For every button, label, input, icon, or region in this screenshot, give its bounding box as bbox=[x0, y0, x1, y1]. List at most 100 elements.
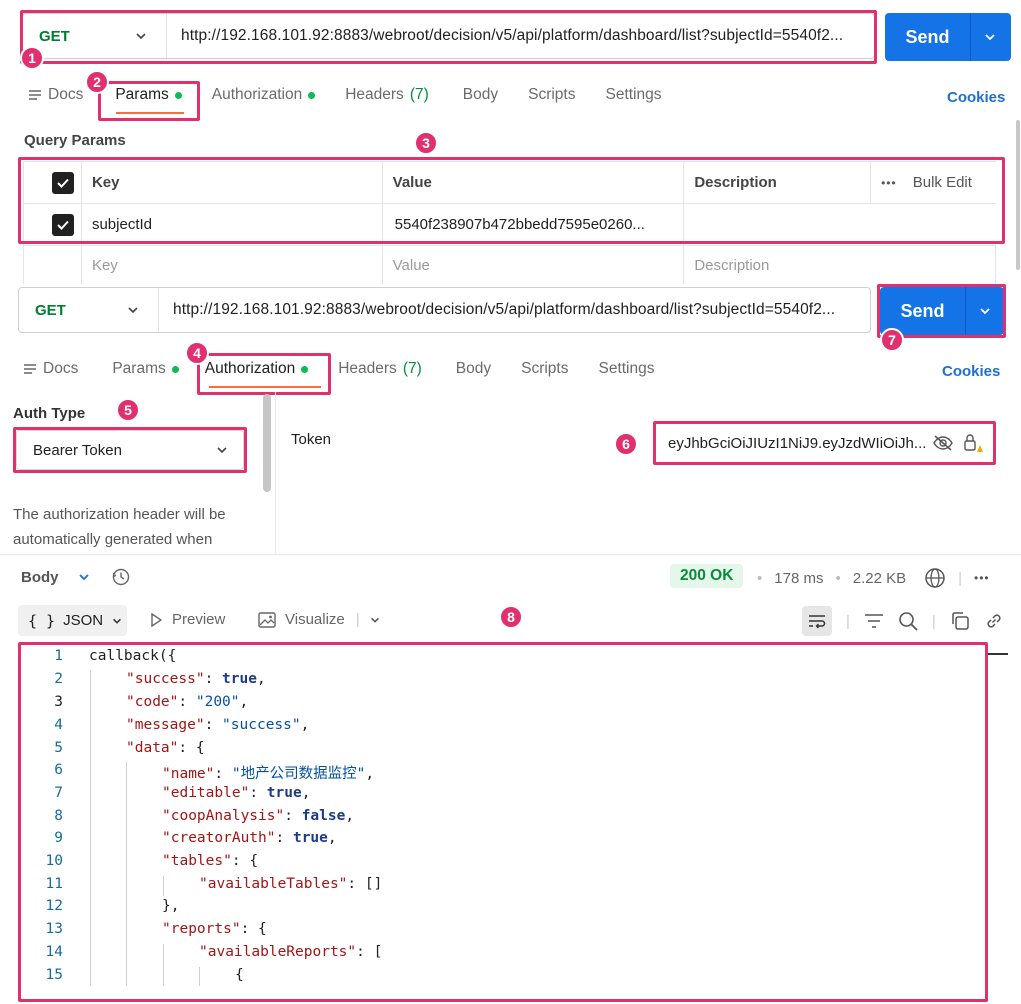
tab-params[interactable]: Params bbox=[115, 86, 182, 104]
url-input-1[interactable]: http://192.168.101.92:8883/webroot/decis… bbox=[167, 27, 874, 45]
tab-label: Settings bbox=[605, 86, 662, 103]
vertical-divider bbox=[275, 392, 276, 554]
scrollbar-1[interactable] bbox=[1016, 120, 1020, 270]
tab-params[interactable]: Params bbox=[112, 360, 179, 378]
header-checkbox-cell bbox=[24, 162, 82, 203]
tab-headers[interactable]: Headers (7) bbox=[345, 86, 429, 104]
globe-icon[interactable] bbox=[924, 567, 946, 589]
chevron-down-icon[interactable] bbox=[77, 570, 91, 584]
tab-body[interactable]: Body bbox=[463, 86, 498, 104]
token-input[interactable]: eyJhbGciOiJIUzI1NiJ9.eyJzdWIiOiJh... bbox=[657, 424, 993, 462]
method-select-2[interactable]: GET bbox=[19, 288, 159, 332]
tab-settings[interactable]: Settings bbox=[598, 360, 654, 378]
url-input-2[interactable]: http://192.168.101.92:8883/webroot/decis… bbox=[159, 301, 870, 319]
chevron-down-icon[interactable] bbox=[966, 287, 1004, 335]
brace: { bbox=[235, 967, 244, 983]
select-all-checkbox[interactable] bbox=[52, 171, 74, 194]
cookies-link-1[interactable]: Cookies bbox=[947, 89, 1005, 106]
code-line: "name": "地产公司数据监控", bbox=[162, 766, 375, 782]
active-dot bbox=[301, 365, 309, 373]
query-params-title: Query Params bbox=[24, 132, 126, 149]
eye-off-icon[interactable] bbox=[932, 434, 954, 452]
active-dot bbox=[308, 91, 316, 99]
tab-label: Scripts bbox=[528, 86, 576, 103]
json-key: "availableReports" bbox=[199, 944, 357, 960]
tab-authorization[interactable]: Authorization bbox=[211, 86, 316, 104]
preview-button[interactable]: Preview bbox=[150, 611, 225, 628]
auth-type-select[interactable]: Bearer Token bbox=[16, 430, 244, 470]
tab-docs[interactable]: Docs bbox=[23, 360, 78, 378]
send-label: Send bbox=[885, 13, 971, 61]
line-number: 10 bbox=[45, 853, 63, 869]
tab-authorization[interactable]: Authorization bbox=[205, 360, 309, 378]
active-tab-underline bbox=[209, 386, 321, 388]
tab-scripts[interactable]: Scripts bbox=[528, 86, 575, 104]
response-body-tab[interactable]: Body bbox=[21, 567, 131, 587]
request-bar-1: GET http://192.168.101.92:8883/webroot/d… bbox=[22, 13, 875, 59]
tab-settings[interactable]: Settings bbox=[605, 86, 661, 104]
play-icon bbox=[151, 612, 162, 627]
code-line: "coopAnalysis": false, bbox=[162, 808, 355, 824]
code-line: "success": true, bbox=[126, 671, 266, 687]
tab-scripts[interactable]: Scripts bbox=[521, 360, 568, 378]
copy-icon[interactable] bbox=[950, 611, 970, 631]
json-string: "地产公司数据监控" bbox=[231, 766, 366, 782]
param-key-field[interactable]: subjectId bbox=[82, 204, 383, 245]
json-key: "code" bbox=[126, 694, 179, 710]
auth-description: The authorization header will be automat… bbox=[13, 506, 226, 548]
format-select[interactable]: { } JSON bbox=[18, 605, 127, 636]
token-label: Token bbox=[291, 431, 332, 448]
param-description-field[interactable] bbox=[684, 204, 996, 245]
active-dot bbox=[174, 91, 182, 99]
chevron-down-icon[interactable] bbox=[971, 13, 1009, 61]
description-placeholder[interactable]: Description bbox=[684, 246, 996, 284]
braces-icon: { } bbox=[28, 611, 56, 630]
active-tab-underline bbox=[116, 112, 184, 114]
row-checkbox[interactable] bbox=[52, 213, 74, 236]
tab-docs[interactable]: Docs bbox=[28, 86, 83, 104]
sidebar-scrollbar[interactable] bbox=[263, 394, 271, 492]
line-number: 2 bbox=[54, 671, 63, 687]
param-value-field[interactable]: 5540f238907b472bbedd7595e0260... bbox=[383, 204, 685, 245]
indent-guide bbox=[163, 876, 164, 896]
wrap-icon bbox=[809, 615, 826, 629]
send-button-2[interactable]: Send bbox=[880, 287, 1004, 335]
row-checkbox-cell bbox=[24, 204, 82, 245]
chevron-down-icon[interactable] bbox=[369, 614, 381, 626]
search-icon[interactable] bbox=[898, 611, 918, 631]
history-icon[interactable] bbox=[111, 567, 131, 587]
code-line: "creatorAuth": true, bbox=[162, 830, 337, 846]
visualize-button[interactable]: Visualize | bbox=[258, 611, 381, 628]
code-line: "code": "200", bbox=[126, 694, 249, 710]
table-row-empty: Key Value Description bbox=[24, 246, 996, 284]
code-line: "availableReports": [ bbox=[199, 944, 383, 960]
tab-headers[interactable]: Headers (7) bbox=[338, 360, 422, 378]
tab-body[interactable]: Body bbox=[456, 360, 491, 378]
cookies-link-2[interactable]: Cookies bbox=[942, 363, 1000, 380]
json-key: "name" bbox=[162, 766, 215, 782]
code-line: "data": { bbox=[126, 740, 205, 756]
json-key: "message" bbox=[126, 717, 205, 733]
tab-label: Authorization bbox=[211, 86, 303, 103]
filter-icon[interactable] bbox=[864, 613, 884, 629]
lock-warning-icon[interactable] bbox=[962, 433, 984, 453]
indent-guide bbox=[199, 967, 200, 986]
tab-bar-1: Docs Params Authorization Headers (7) Bod… bbox=[28, 86, 692, 104]
method-select-1[interactable]: GET bbox=[23, 14, 167, 58]
value-placeholder[interactable]: Value bbox=[383, 246, 685, 284]
tab-label: Settings bbox=[598, 360, 655, 377]
response-time: 178 ms bbox=[774, 569, 824, 587]
more-icon[interactable]: ••• bbox=[974, 571, 990, 585]
send-button-1[interactable]: Send bbox=[885, 13, 1011, 61]
code-line: "reports": { bbox=[162, 921, 267, 937]
tab-label: Docs bbox=[43, 360, 79, 377]
headers-count: (7) bbox=[409, 86, 429, 103]
bulk-edit-button[interactable]: ••• Bulk Edit bbox=[871, 162, 996, 203]
visualize-label: Visualize bbox=[285, 611, 345, 628]
link-icon[interactable] bbox=[984, 611, 1004, 631]
key-placeholder[interactable]: Key bbox=[82, 246, 383, 284]
docs-icon bbox=[24, 364, 36, 374]
marker-6: 6 bbox=[614, 432, 638, 456]
code-line: { bbox=[235, 967, 244, 983]
wrap-lines-button[interactable] bbox=[802, 606, 832, 636]
